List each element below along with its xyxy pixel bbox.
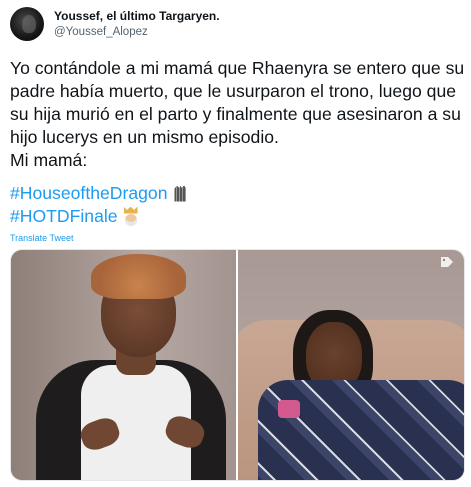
hashtag-line: #HOTDFinale <box>10 205 190 228</box>
tweet-text-line: padre había muerto, que le usurparon el … <box>10 81 457 101</box>
hashtags: #HouseoftheDragon #HOTDFinale <box>10 182 190 228</box>
handle[interactable]: @Youssef_Alopez <box>54 24 220 40</box>
king-emoji-icon <box>121 207 141 227</box>
tweet-header: Youssef, el último Targaryen. @Youssef_A… <box>10 7 220 41</box>
tweet-text-line: Mi mamá: <box>10 150 88 170</box>
avatar[interactable] <box>10 7 44 41</box>
headwrap <box>91 254 186 299</box>
tweet-text-line: Yo contándole a mi mamá que Rhaenyra se … <box>10 58 465 78</box>
display-name[interactable]: Youssef, el último Targaryen. <box>54 8 220 24</box>
crying-woman-photo[interactable] <box>11 250 236 480</box>
hashtag-hotd-finale[interactable]: #HOTDFinale <box>10 205 118 228</box>
throne-emoji-icon <box>170 184 190 204</box>
tag-icon[interactable] <box>440 256 454 268</box>
tweet-media[interactable] <box>10 249 465 481</box>
hashtag-house-of-the-dragon[interactable]: #HouseoftheDragon <box>10 182 167 205</box>
blanket <box>258 380 464 480</box>
author-names: Youssef, el último Targaryen. @Youssef_A… <box>54 8 220 40</box>
translate-tweet-link[interactable]: Translate Tweet <box>10 233 74 243</box>
hashtag-line: #HouseoftheDragon <box>10 182 190 205</box>
pink-object <box>278 400 300 418</box>
woman-under-blanket-photo[interactable] <box>238 250 464 480</box>
tweet-text: Yo contándole a mi mamá que Rhaenyra se … <box>10 57 465 172</box>
tweet-text-line: su hija murió en el parto y finalmente q… <box>10 104 461 124</box>
tweet-text-line: hijo lucerys en un mismo episodio. <box>10 127 279 147</box>
